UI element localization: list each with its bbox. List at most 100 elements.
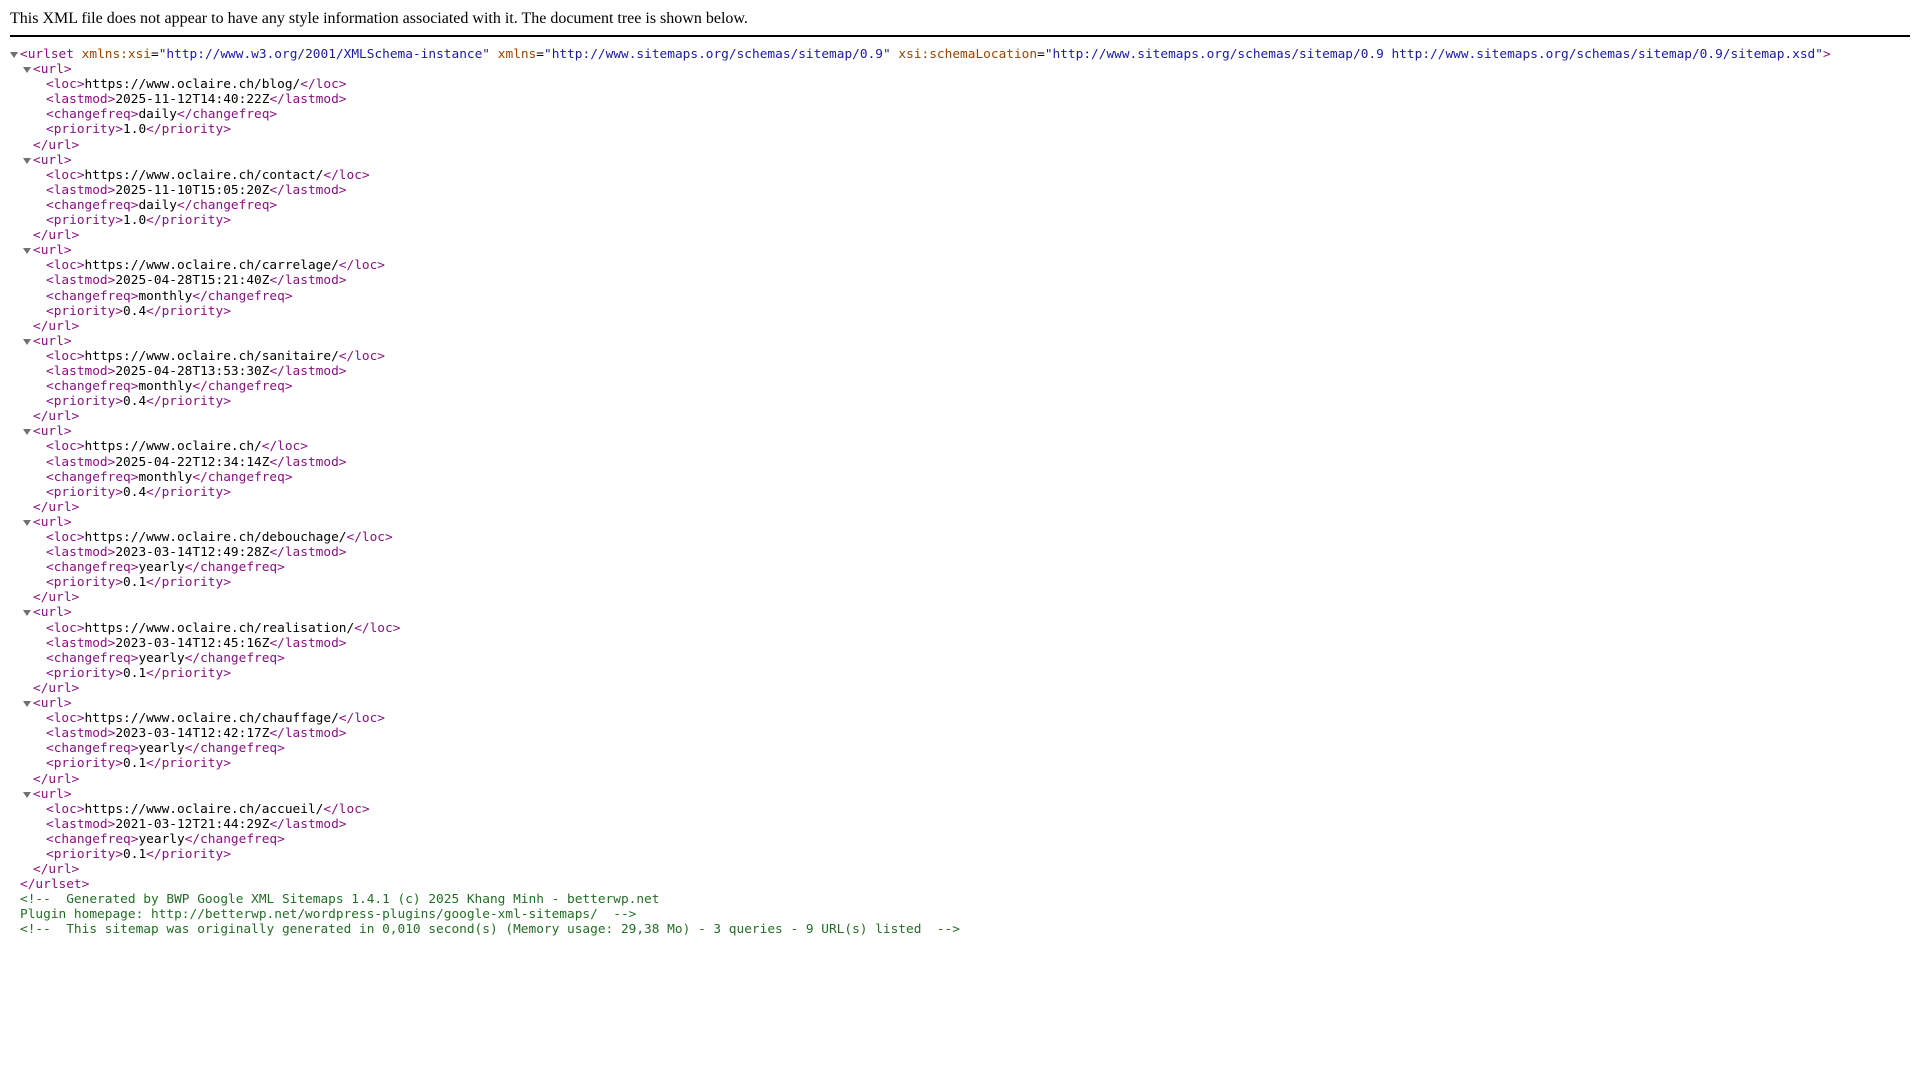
priority-value: 0.4 bbox=[123, 394, 147, 410]
loc-value: https://www.oclaire.ch/sanitaire/ bbox=[84, 348, 339, 364]
lastmod-element: <lastmod>2023-03-14T12:42:17Z</lastmod> bbox=[46, 726, 347, 742]
priority-value: 0.4 bbox=[123, 303, 147, 319]
xml-comment-line: <!-- Generated by BWP Google XML Sitemap… bbox=[20, 892, 1831, 907]
changefreq-value: monthly bbox=[138, 288, 193, 304]
xml-comment: <!-- Generated by BWP Google XML Sitemap… bbox=[20, 892, 660, 908]
attribute-value: "http://www.w3.org/2001/XMLSchema-instan… bbox=[158, 47, 491, 62]
changefreq-element: <changefreq>yearly</changefreq> bbox=[46, 831, 285, 847]
urlset-close-tag: </urlset> bbox=[20, 877, 1831, 892]
loc-element: <loc>https://www.oclaire.ch/</loc> bbox=[46, 439, 308, 455]
changefreq-element: <changefreq>yearly</changefreq> bbox=[46, 560, 285, 576]
priority-element: <priority>0.4</priority> bbox=[46, 394, 231, 410]
xml-viewer-info-banner: This XML file does not appear to have an… bbox=[10, 9, 1910, 37]
urlset-close-tag-name: </urlset> bbox=[20, 877, 90, 893]
info-message: This XML file does not appear to have an… bbox=[10, 10, 748, 27]
changefreq-element: <changefreq>monthly</changefreq> bbox=[46, 379, 293, 395]
changefreq-element: <changefreq>yearly</changefreq> bbox=[46, 650, 285, 666]
xml-comment: <!-- This sitemap was originally generat… bbox=[20, 922, 960, 938]
collapse-toggle-icon[interactable] bbox=[9, 47, 19, 62]
lastmod-value: 2023-03-14T12:45:16Z bbox=[115, 635, 270, 651]
loc-value: https://www.oclaire.ch/chauffage/ bbox=[84, 711, 339, 727]
url-close-tag: </url> bbox=[33, 137, 80, 153]
attribute-value: "http://www.sitemaps.org/schemas/sitemap… bbox=[1044, 47, 1823, 62]
lastmod-element: <lastmod>2023-03-14T12:45:16Z</lastmod> bbox=[46, 635, 347, 651]
changefreq-element: <changefreq>daily</changefreq> bbox=[46, 197, 278, 213]
loc-value: https://www.oclaire.ch/accueil/ bbox=[84, 801, 324, 817]
priority-value: 0.1 bbox=[123, 575, 147, 591]
lastmod-element: <lastmod>2025-11-12T14:40:22Z</lastmod> bbox=[46, 92, 347, 108]
priority-element: <priority>0.4</priority> bbox=[46, 303, 231, 319]
priority-value: 0.4 bbox=[123, 484, 147, 500]
collapse-toggle-icon[interactable] bbox=[22, 153, 32, 168]
lastmod-element: <lastmod>2025-11-10T15:05:20Z</lastmod> bbox=[46, 182, 347, 198]
lastmod-value: 2025-04-28T15:21:40Z bbox=[115, 273, 270, 289]
lastmod-value: 2023-03-14T12:49:28Z bbox=[115, 545, 270, 561]
changefreq-value: yearly bbox=[138, 741, 185, 757]
changefreq-value: daily bbox=[138, 107, 177, 123]
url-close-tag: </url> bbox=[33, 499, 80, 515]
changefreq-value: monthly bbox=[138, 379, 193, 395]
priority-value: 1.0 bbox=[123, 213, 147, 229]
priority-element: <priority>1.0</priority> bbox=[46, 122, 231, 138]
lastmod-element: <lastmod>2021-03-12T21:44:29Z</lastmod> bbox=[46, 816, 347, 832]
url-open-tag: <url> bbox=[20, 696, 1831, 711]
loc-element: <loc>https://www.oclaire.ch/sanitaire/</… bbox=[46, 348, 386, 364]
changefreq-element: <changefreq>yearly</changefreq> bbox=[46, 741, 285, 757]
urlset-open-tag: <urlset xmlns:xsi="http://www.w3.org/200… bbox=[10, 47, 1831, 62]
changefreq-element: <changefreq>daily</changefreq> bbox=[46, 107, 278, 123]
lastmod-element: <lastmod>2023-03-14T12:49:28Z</lastmod> bbox=[46, 545, 347, 561]
collapse-toggle-icon[interactable] bbox=[22, 334, 32, 349]
priority-element: <priority>0.4</priority> bbox=[46, 484, 231, 500]
lastmod-value: 2025-11-12T14:40:22Z bbox=[115, 92, 270, 108]
url-open-tag: <url> bbox=[20, 605, 1831, 620]
priority-element: <priority>0.1</priority> bbox=[46, 756, 231, 772]
loc-value: https://www.oclaire.ch/blog/ bbox=[84, 77, 301, 93]
collapse-toggle-icon[interactable] bbox=[22, 424, 32, 439]
url-close-tag: </url> bbox=[33, 590, 80, 606]
loc-element: <loc>https://www.oclaire.ch/accueil/</lo… bbox=[46, 801, 370, 817]
loc-element: <loc>https://www.oclaire.ch/realisation/… bbox=[46, 620, 401, 636]
attribute-name: xsi:schemaLocation bbox=[898, 47, 1038, 62]
url-open-tag: <url> bbox=[20, 62, 1831, 77]
attribute-value: "http://www.sitemaps.org/schemas/sitemap… bbox=[543, 47, 891, 62]
collapse-toggle-icon[interactable] bbox=[22, 605, 32, 620]
collapse-toggle-icon[interactable] bbox=[22, 696, 32, 711]
collapse-toggle-icon[interactable] bbox=[22, 787, 32, 802]
priority-element: <priority>0.1</priority> bbox=[46, 665, 231, 681]
url-open-tag: <url> bbox=[20, 243, 1831, 258]
loc-value: https://www.oclaire.ch/realisation/ bbox=[84, 620, 355, 636]
attribute-name: xmlns:xsi bbox=[81, 47, 151, 62]
loc-value: https://www.oclaire.ch/ bbox=[84, 439, 262, 455]
priority-element: <priority>0.1</priority> bbox=[46, 846, 231, 862]
url-close-tag: </url> bbox=[33, 771, 80, 787]
lastmod-value: 2025-04-28T13:53:30Z bbox=[115, 363, 270, 379]
changefreq-element: <changefreq>monthly</changefreq> bbox=[46, 469, 293, 485]
changefreq-value: yearly bbox=[138, 560, 185, 576]
priority-value: 0.1 bbox=[123, 756, 147, 772]
loc-element: <loc>https://www.oclaire.ch/contact/</lo… bbox=[46, 167, 370, 183]
lastmod-value: 2025-11-10T15:05:20Z bbox=[115, 182, 270, 198]
attribute-name: xmlns bbox=[497, 47, 537, 62]
url-close-tag: </url> bbox=[33, 862, 80, 878]
loc-element: <loc>https://www.oclaire.ch/blog/</loc> bbox=[46, 77, 347, 93]
collapse-toggle-icon[interactable] bbox=[22, 515, 32, 530]
lastmod-element: <lastmod>2025-04-28T15:21:40Z</lastmod> bbox=[46, 273, 347, 289]
collapse-toggle-icon[interactable] bbox=[22, 62, 32, 77]
priority-element: <priority>1.0</priority> bbox=[46, 213, 231, 229]
xml-comment: Plugin homepage: http://betterwp.net/wor… bbox=[20, 907, 637, 923]
changefreq-value: yearly bbox=[138, 650, 185, 666]
xml-comment-line: <!-- This sitemap was originally generat… bbox=[20, 922, 1831, 937]
loc-element: <loc>https://www.oclaire.ch/debouchage/<… bbox=[46, 530, 393, 545]
loc-value: https://www.oclaire.ch/carrelage/ bbox=[84, 258, 339, 274]
lastmod-element: <lastmod>2025-04-28T13:53:30Z</lastmod> bbox=[46, 363, 347, 379]
changefreq-value: daily bbox=[138, 197, 177, 213]
xml-comment-line: Plugin homepage: http://betterwp.net/wor… bbox=[20, 907, 1831, 922]
url-open-tag: <url> bbox=[20, 424, 1831, 439]
urlset-tag-name: <urlset bbox=[20, 47, 74, 62]
priority-value: 0.1 bbox=[123, 846, 147, 862]
lastmod-value: 2021-03-12T21:44:29Z bbox=[115, 816, 270, 832]
xml-document-tree: <urlset xmlns:xsi="http://www.w3.org/200… bbox=[10, 47, 1831, 938]
url-close-tag: </url> bbox=[33, 318, 80, 334]
url-close-tag: </url> bbox=[33, 680, 80, 696]
collapse-toggle-icon[interactable] bbox=[22, 243, 32, 258]
